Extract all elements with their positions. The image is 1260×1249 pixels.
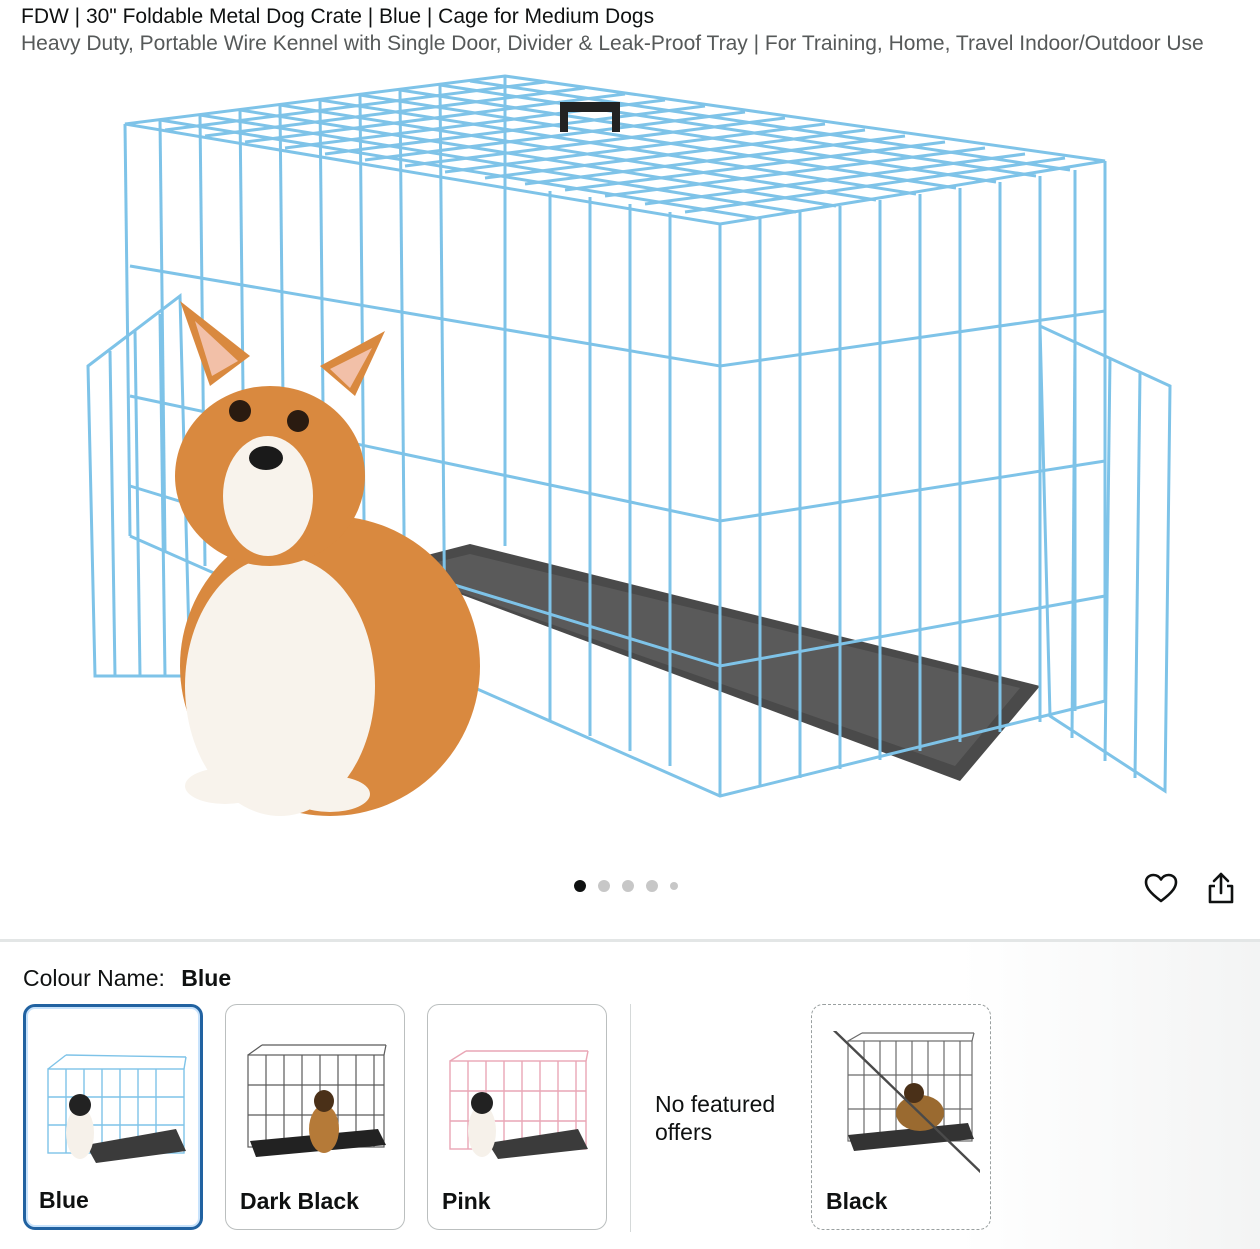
carousel-dot-2[interactable]: [598, 880, 610, 892]
image-carousel-dots[interactable]: [574, 880, 678, 892]
product-title-block: FDW | 30" Foldable Metal Dog Crate | Blu…: [21, 4, 1251, 58]
product-image[interactable]: [0, 66, 1260, 856]
swatch-dark-black-label: Dark Black: [240, 1188, 359, 1214]
swatch-pink-image: [438, 1031, 596, 1177]
dog-crate-illustration: [86, 74, 1172, 816]
swatch-blue[interactable]: Blue: [23, 1004, 203, 1230]
carousel-dot-1[interactable]: [574, 880, 586, 892]
colour-name-label: Colour Name: Blue: [23, 964, 231, 992]
heart-icon[interactable]: [1141, 868, 1181, 908]
product-subtitle: Heavy Duty, Portable Wire Kennel with Si…: [21, 32, 1204, 55]
swatch-dark-black-image: [236, 1031, 394, 1177]
carousel-dot-3[interactable]: [622, 880, 634, 892]
swatch-blue-label: Blue: [39, 1187, 89, 1213]
no-featured-offers-text: No featured offers: [655, 1091, 776, 1145]
carousel-dot-5[interactable]: [670, 882, 678, 890]
colour-label-text: Colour Name:: [23, 965, 165, 991]
swatch-pink[interactable]: Pink: [427, 1004, 607, 1230]
product-title: FDW | 30" Foldable Metal Dog Crate | Blu…: [21, 5, 655, 28]
swatch-black[interactable]: Black: [811, 1004, 993, 1230]
swatch-black-image: [815, 1012, 993, 1184]
swatch-blue-image: [36, 1033, 194, 1179]
carousel-dot-4[interactable]: [646, 880, 658, 892]
corgi-dog: [175, 301, 480, 816]
variation-separator: [630, 1004, 631, 1232]
swatch-dark-black[interactable]: Dark Black: [225, 1004, 405, 1230]
share-icon[interactable]: [1201, 868, 1241, 908]
selected-colour-value: Blue: [181, 965, 232, 991]
swatch-pink-label: Pink: [442, 1188, 491, 1214]
swatch-black-label: Black: [826, 1188, 888, 1214]
